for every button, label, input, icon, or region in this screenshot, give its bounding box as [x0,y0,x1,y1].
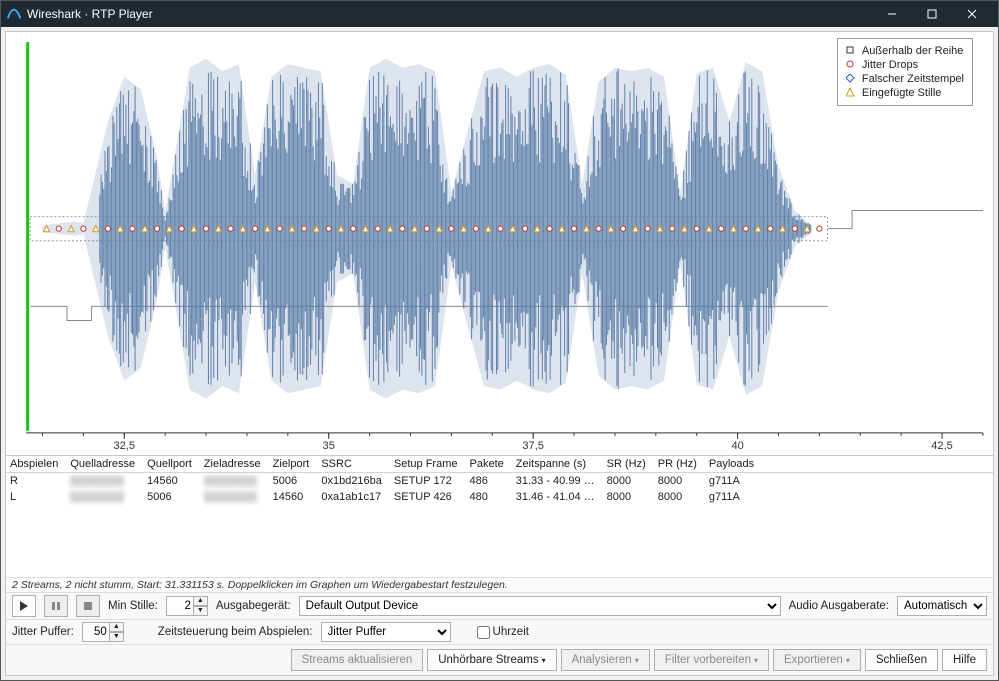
clock-checkbox[interactable]: Uhrzeit [477,626,529,639]
audio-rate-label: Audio Ausgaberate: [789,600,889,612]
spin-up-icon[interactable]: ▲ [110,622,124,632]
refresh-streams-button[interactable]: Streams aktualisieren [291,649,424,671]
col-span[interactable]: Zeitspanne (s) [512,456,603,473]
svg-text:40: 40 [731,440,743,452]
play-button[interactable] [12,595,36,617]
diamond-icon [846,74,856,84]
maximize-button[interactable] [912,1,952,27]
output-device-label: Ausgabegerät: [216,600,291,612]
col-dst-addr[interactable]: Zieladresse [200,456,269,473]
pause-button[interactable] [44,595,68,617]
chevron-down-icon: ▾ [846,656,850,665]
chart-legend: Außerhalb der Reihe Jitter Drops Falsche… [837,38,973,106]
content-panel: Außerhalb der Reihe Jitter Drops Falsche… [5,31,994,676]
spin-down-icon[interactable]: ▼ [110,632,124,642]
svg-text:37,5: 37,5 [522,440,544,452]
inaudible-streams-button[interactable]: Unhörbare Streams▾ [427,649,556,671]
square-icon [846,46,856,56]
close-dialog-button[interactable]: Schließen [865,649,938,671]
col-src-addr[interactable]: Quelladresse [66,456,143,473]
svg-text:32,5: 32,5 [114,440,136,452]
spin-up-icon[interactable]: ▲ [194,596,208,606]
prepare-filter-button[interactable]: Filter vorbereiten▾ [654,649,769,671]
circle-icon [846,60,856,70]
triangle-icon [846,88,856,98]
export-button[interactable]: Exportieren▾ [773,649,861,671]
wireshark-icon [7,7,21,21]
dialog-buttons: Streams aktualisieren Unhörbare Streams▾… [6,644,993,675]
minimize-button[interactable] [872,1,912,27]
col-pr[interactable]: PR (Hz) [654,456,705,473]
col-dst-port[interactable]: Zielport [269,456,318,473]
titlebar: Wireshark · RTP Player [1,1,998,27]
close-button[interactable] [952,1,992,27]
min-silence-input[interactable] [166,596,194,616]
output-device-select[interactable]: Default Output Device [299,596,781,616]
col-play[interactable]: Abspielen [6,456,66,473]
min-silence-spinbox[interactable]: ▲▼ [166,596,208,616]
table-row[interactable]: L—.—.—.—5006—.—.—.—145600xa1ab1c17SETUP … [6,489,993,505]
timing-label: Zeitsteuerung beim Abspielen: [158,626,313,638]
svg-text:35: 35 [323,440,335,452]
min-silence-label: Min Stille: [108,600,158,612]
playback-controls-row: Min Stille: ▲▼ Ausgabegerät: Default Out… [6,592,993,619]
legend-label: Jitter Drops [862,59,918,71]
audio-rate-select[interactable]: Automatisch [897,596,987,616]
window-title: Wireshark · RTP Player [27,7,153,21]
jitter-buffer-spinbox[interactable]: ▲▼ [82,622,124,642]
jitter-buffer-input[interactable] [82,622,110,642]
legend-label: Eingefügte Stille [862,87,942,99]
col-src-port[interactable]: Quellport [143,456,200,473]
col-packets[interactable]: Pakete [466,456,512,473]
playback-controls-row2: Jitter Puffer: ▲▼ Zeitsteuerung beim Abs… [6,619,993,644]
jitter-buffer-label: Jitter Puffer: [12,626,74,638]
chevron-down-icon: ▾ [635,656,639,665]
spin-down-icon[interactable]: ▼ [194,606,208,616]
streams-table[interactable]: Abspielen Quelladresse Quellport Zieladr… [6,456,993,505]
stop-button[interactable] [76,595,100,617]
help-button[interactable]: Hilfe [942,649,987,671]
table-row[interactable]: R—.—.—.—14560—.—.—.—50060x1bd216baSETUP … [6,473,993,490]
chevron-down-icon: ▾ [542,656,546,665]
legend-label: Falscher Zeitstempel [862,73,964,85]
svg-text:42,5: 42,5 [931,440,953,452]
legend-label: Außerhalb der Reihe [862,45,964,57]
timing-select[interactable]: Jitter Puffer [321,622,451,642]
col-setup[interactable]: Setup Frame [390,456,466,473]
window: Wireshark · RTP Player Außerhalb der Rei… [0,0,999,681]
status-line: 2 Streams, 2 nicht stumm, Start: 31.3311… [6,577,993,592]
col-payloads[interactable]: Payloads [705,456,762,473]
analyze-button[interactable]: Analysieren▾ [561,649,650,671]
col-ssrc[interactable]: SSRC [317,456,390,473]
clock-checkbox-input[interactable] [477,626,490,639]
waveform-chart[interactable]: Außerhalb der Reihe Jitter Drops Falsche… [6,32,993,455]
chevron-down-icon: ▾ [754,656,758,665]
clock-label: Uhrzeit [493,626,529,638]
col-sr[interactable]: SR (Hz) [603,456,654,473]
streams-table-wrap: Abspielen Quelladresse Quellport Zieladr… [6,455,993,577]
